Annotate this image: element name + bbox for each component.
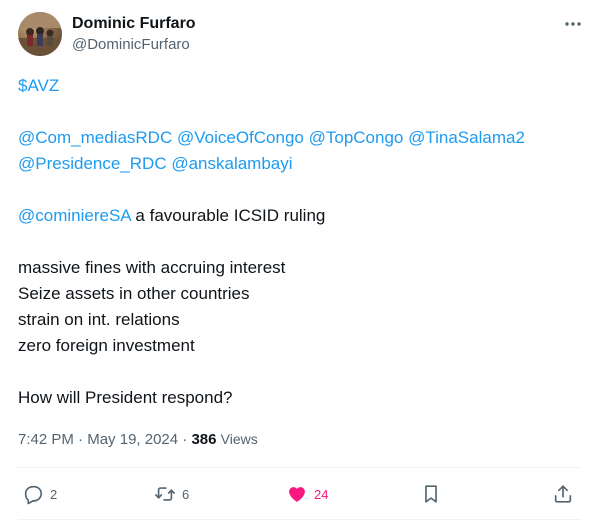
action-bar: 2 6 24 [18,480,581,508]
reply-icon [22,483,44,505]
divider [18,467,581,468]
consequence-line: Seize assets in other countries [18,284,250,303]
mention-link[interactable]: @Presidence_RDC [18,154,167,173]
heart-icon [286,483,308,505]
tweet-header: Dominic Furfaro @DominicFurfaro [18,12,584,58]
bookmark-icon [420,483,442,505]
repost-count: 6 [182,486,190,502]
text-line: @Presidence_RDC @anskalambayi [18,151,580,177]
views-label: Views [220,431,258,447]
tweet-text: $AVZ @Com_mediasRDC @VoiceOfCongo @TopCo… [18,73,580,411]
divider [18,519,581,520]
mention-link[interactable]: @TinaSalama2 [408,128,525,147]
tweet-meta: 7:42 PM · May 19, 2024 · 386 Views [18,429,258,450]
avatar[interactable] [18,12,62,56]
tweet-card: Dominic Furfaro @DominicFurfaro $AVZ @Co… [0,0,598,521]
meta-separator: · [178,431,192,448]
mention-link[interactable]: @VoiceOfCongo [177,128,304,147]
display-name[interactable]: Dominic Furfaro [72,14,196,34]
like-button[interactable]: 24 [286,480,328,508]
question-line: How will President respond? [18,388,233,407]
text-line: @cominiereSA a favourable ICSID ruling [18,203,580,229]
mention-link[interactable]: @cominiereSA [18,206,131,225]
mention-link[interactable]: @Com_mediasRDC [18,128,172,147]
like-count: 24 [314,486,329,502]
reply-count: 2 [50,486,58,502]
text-line: @Com_mediasRDC @VoiceOfCongo @TopCongo @… [18,125,580,151]
views-count: 386 [191,431,217,448]
mention-link[interactable]: @TopCongo [309,128,404,147]
repost-icon [154,483,176,505]
share-icon [552,483,574,505]
text-line: $AVZ [18,73,580,99]
consequence-line: zero foreign investment [18,336,195,355]
tweet-date[interactable]: May 19, 2024 [87,431,178,448]
consequence-line: massive fines with accruing interest [18,258,286,277]
consequence-line: strain on int. relations [18,310,180,329]
tweet-time[interactable]: 7:42 PM [18,431,74,448]
reply-button[interactable]: 2 [22,480,57,508]
user-handle[interactable]: @DominicFurfaro [72,35,196,55]
more-options-icon[interactable] [562,14,584,34]
ruling-text: a favourable ICSID ruling [130,206,326,225]
share-button[interactable] [552,480,574,508]
mention-link[interactable]: @anskalambayi [171,154,292,173]
bookmark-button[interactable] [420,480,442,508]
user-info: Dominic Furfaro @DominicFurfaro [72,14,196,55]
repost-button[interactable]: 6 [154,480,189,508]
cashtag-link[interactable]: $AVZ [18,76,59,95]
meta-separator: · [73,431,88,448]
